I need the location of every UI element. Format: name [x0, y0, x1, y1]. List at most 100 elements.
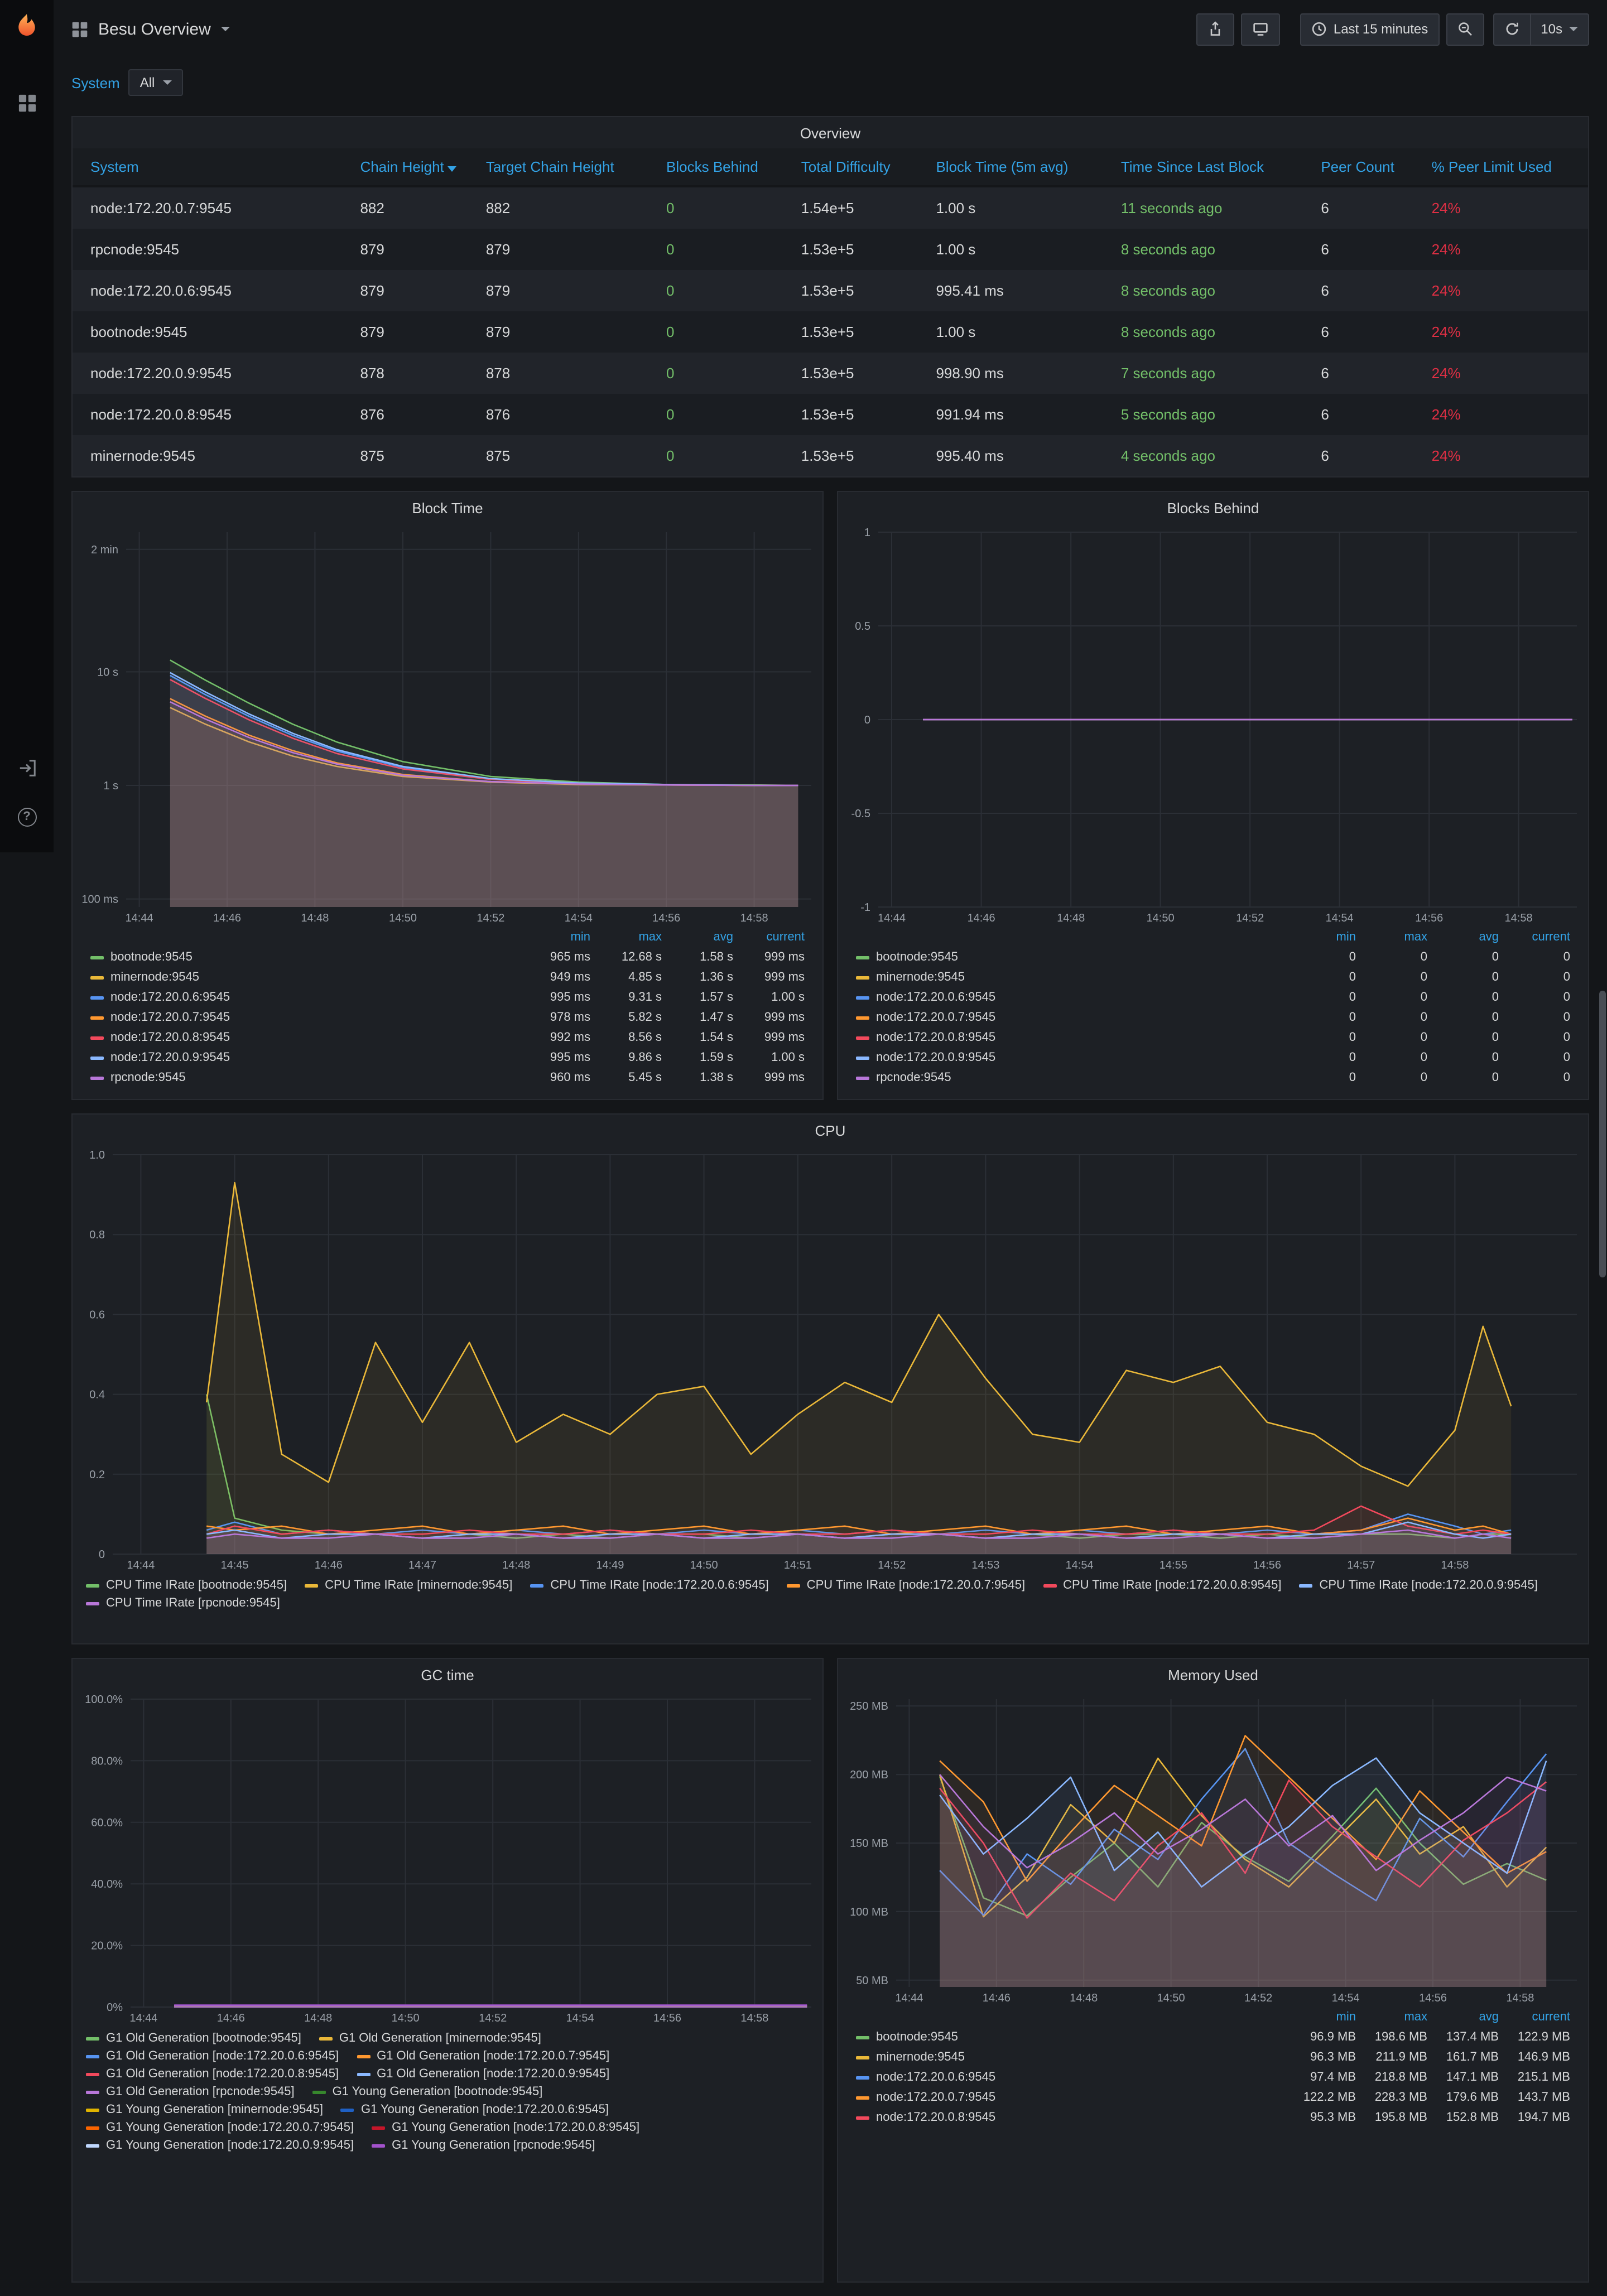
gc-time-chart[interactable]: 100.0%80.0%60.0%40.0%20.0%0%14:4414:4614… — [73, 1690, 822, 2025]
legend-series-name[interactable]: node:172.20.0.8:9545 — [849, 1028, 1291, 1048]
legend-series-name[interactable]: node:172.20.0.9:9545 — [84, 1048, 526, 1068]
panel-block-time-title[interactable]: Block Time — [73, 492, 822, 523]
panel-memory-used-title[interactable]: Memory Used — [838, 1659, 1588, 1690]
grafana-logo[interactable] — [0, 0, 54, 54]
overview-col-peer_count[interactable]: Peer Count — [1303, 148, 1413, 186]
block-time-plot[interactable]: 2 min10 s1 s100 ms14:4414:4614:4814:5014… — [73, 523, 822, 925]
legend-item[interactable]: G1 Old Generation [minernode:9545] — [319, 2029, 541, 2047]
legend-series-name[interactable]: node:172.20.0.7:9545 — [849, 1007, 1291, 1028]
legend-stat-header[interactable]: max — [1363, 2007, 1434, 2027]
legend-item[interactable]: G1 Young Generation [node:172.20.0.7:954… — [86, 2119, 354, 2136]
legend-stat-header[interactable]: avg — [668, 927, 740, 947]
legend-item[interactable]: G1 Young Generation [minernode:9545] — [86, 2101, 323, 2119]
legend-stat-value: 218.8 MB — [1363, 2067, 1434, 2087]
blocks-behind-chart[interactable]: 10.50-0.5-114:4414:4614:4814:5014:5214:5… — [838, 523, 1588, 925]
legend-item[interactable]: G1 Old Generation [node:172.20.0.6:9545] — [86, 2047, 339, 2065]
legend-item[interactable]: CPU Time IRate [node:172.20.0.6:9545] — [530, 1576, 768, 1594]
overview-cell-system: node:172.20.0.6:9545 — [73, 270, 342, 311]
refresh-interval-dropdown[interactable]: 10s — [1529, 13, 1589, 45]
legend-series-name[interactable]: node:172.20.0.9:9545 — [849, 1048, 1291, 1068]
overview-col-system[interactable]: System — [73, 148, 342, 186]
legend-stat-header[interactable]: current — [740, 927, 811, 947]
legend-series-name[interactable]: node:172.20.0.6:9545 — [84, 987, 526, 1007]
overview-col-peer_limit[interactable]: % Peer Limit Used — [1414, 148, 1588, 186]
overview-col-total_difficulty[interactable]: Total Difficulty — [783, 148, 918, 186]
legend-series-name[interactable]: node:172.20.0.6:9545 — [849, 987, 1291, 1007]
panel-cpu-title[interactable]: CPU — [73, 1115, 1588, 1146]
panel-gc-time: GC time 100.0%80.0%60.0%40.0%20.0%0%14:4… — [71, 1658, 824, 2283]
legend-item[interactable]: G1 Old Generation [node:172.20.0.8:9545] — [86, 2065, 339, 2083]
legend-item[interactable]: CPU Time IRate [node:172.20.0.9:9545] — [1300, 1576, 1538, 1594]
svg-text:0.2: 0.2 — [89, 1469, 105, 1481]
legend-stat-value: 1.57 s — [668, 987, 740, 1007]
overview-col-blocks_behind[interactable]: Blocks Behind — [648, 148, 783, 186]
legend-stat-header[interactable]: min — [1291, 927, 1363, 947]
legend-item[interactable]: CPU Time IRate [node:172.20.0.7:9545] — [787, 1576, 1025, 1594]
legend-stat-header[interactable]: current — [1505, 927, 1577, 947]
legend-stat-header[interactable]: max — [1363, 927, 1434, 947]
legend-stat-header[interactable]: min — [526, 927, 597, 947]
overview-col-chain_height[interactable]: Chain Height — [342, 148, 468, 186]
legend-item[interactable]: CPU Time IRate [minernode:9545] — [305, 1576, 512, 1594]
legend-stat-value: 0 — [1363, 1048, 1434, 1068]
legend-item[interactable]: G1 Young Generation [bootnode:9545] — [312, 2083, 543, 2101]
legend-series-name[interactable]: rpcnode:9545 — [849, 1068, 1291, 1088]
time-range-picker[interactable]: Last 15 minutes — [1300, 13, 1439, 45]
legend-stat-header[interactable]: avg — [1434, 927, 1505, 947]
legend-stat-header[interactable]: avg — [1434, 2007, 1505, 2027]
blocks-behind-plot[interactable]: 10.50-0.5-114:4414:4614:4814:5014:5214:5… — [838, 523, 1588, 925]
legend-item[interactable]: G1 Young Generation [node:172.20.0.8:954… — [372, 2119, 639, 2136]
legend-item[interactable]: G1 Old Generation [node:172.20.0.7:9545] — [357, 2047, 609, 2065]
block-time-chart[interactable]: 2 min10 s1 s100 ms14:4414:4614:4814:5014… — [73, 523, 822, 925]
legend-item[interactable]: G1 Young Generation [node:172.20.0.9:954… — [86, 2136, 354, 2154]
legend-row: node:172.20.0.9:95450000 — [849, 1048, 1577, 1068]
legend-series-name[interactable]: bootnode:9545 — [849, 2027, 1291, 2047]
panel-blocks-behind-title[interactable]: Blocks Behind — [838, 492, 1588, 523]
legend-series-name[interactable]: node:172.20.0.8:9545 — [84, 1028, 526, 1048]
legend-stat-header[interactable]: current — [1505, 2007, 1577, 2027]
legend-series-name[interactable]: rpcnode:9545 — [84, 1068, 526, 1088]
variable-system-dropdown[interactable]: All — [129, 69, 183, 96]
dashboards-icon[interactable] — [0, 83, 54, 123]
legend-item[interactable]: G1 Old Generation [bootnode:9545] — [86, 2029, 301, 2047]
legend-series-name[interactable]: minernode:9545 — [849, 2047, 1291, 2067]
overview-col-time_since[interactable]: Time Since Last Block — [1103, 148, 1303, 186]
help-icon[interactable] — [0, 797, 54, 837]
legend-stat-header[interactable]: max — [597, 927, 668, 947]
page-scrollbar-thumb[interactable] — [1599, 991, 1606, 1277]
legend-series-name[interactable]: node:172.20.0.8:9545 — [849, 2107, 1291, 2128]
dashboard-title-group[interactable]: Besu Overview — [71, 20, 230, 38]
legend-item[interactable]: G1 Old Generation [node:172.20.0.9:9545] — [357, 2065, 609, 2083]
legend-item[interactable]: G1 Young Generation [node:172.20.0.6:954… — [341, 2101, 609, 2119]
legend-series-name[interactable]: node:172.20.0.7:9545 — [849, 2087, 1291, 2107]
legend-series-name[interactable]: minernode:9545 — [84, 967, 526, 987]
gc-time-plot[interactable]: 100.0%80.0%60.0%40.0%20.0%0%14:4414:4614… — [73, 1690, 822, 2025]
overview-col-block_time[interactable]: Block Time (5m avg) — [918, 148, 1103, 186]
legend-series-name[interactable]: minernode:9545 — [849, 967, 1291, 987]
legend-item[interactable]: G1 Young Generation [rpcnode:9545] — [372, 2136, 595, 2154]
cpu-plot[interactable]: 1.00.80.60.40.2014:4414:4514:4614:4714:4… — [73, 1146, 1588, 1572]
legend-series-name[interactable]: node:172.20.0.6:9545 — [849, 2067, 1291, 2087]
legend-series-name[interactable]: bootnode:9545 — [84, 947, 526, 967]
cpu-chart[interactable]: 1.00.80.60.40.2014:4414:4514:4614:4714:4… — [73, 1146, 1588, 1572]
tv-mode-button[interactable] — [1241, 13, 1280, 45]
zoom-out-button[interactable] — [1446, 13, 1484, 45]
memory-plot[interactable]: 250 MB200 MB150 MB100 MB50 MB14:4414:461… — [838, 1690, 1588, 2005]
share-button[interactable] — [1196, 13, 1234, 45]
refresh-button[interactable] — [1493, 13, 1529, 45]
sign-in-icon[interactable] — [0, 747, 54, 788]
dashboard-title[interactable]: Besu Overview — [98, 20, 211, 38]
legend-series-name[interactable]: bootnode:9545 — [849, 947, 1291, 967]
legend-item[interactable]: CPU Time IRate [rpcnode:9545] — [86, 1594, 280, 1612]
overview-col-target_height[interactable]: Target Chain Height — [468, 148, 648, 186]
legend-stat-header[interactable]: min — [1291, 2007, 1363, 2027]
memory-chart[interactable]: 250 MB200 MB150 MB100 MB50 MB14:4414:461… — [838, 1690, 1588, 2005]
legend-item[interactable]: G1 Old Generation [rpcnode:9545] — [86, 2083, 295, 2101]
legend-series-name[interactable]: node:172.20.0.7:9545 — [84, 1007, 526, 1028]
legend-key-icon — [86, 1602, 99, 1605]
svg-text:1: 1 — [864, 527, 870, 539]
panel-overview-title[interactable]: Overview — [73, 117, 1588, 148]
legend-item[interactable]: CPU Time IRate [bootnode:9545] — [86, 1576, 287, 1594]
panel-gc-time-title[interactable]: GC time — [73, 1659, 822, 1690]
legend-item[interactable]: CPU Time IRate [node:172.20.0.8:9545] — [1043, 1576, 1281, 1594]
